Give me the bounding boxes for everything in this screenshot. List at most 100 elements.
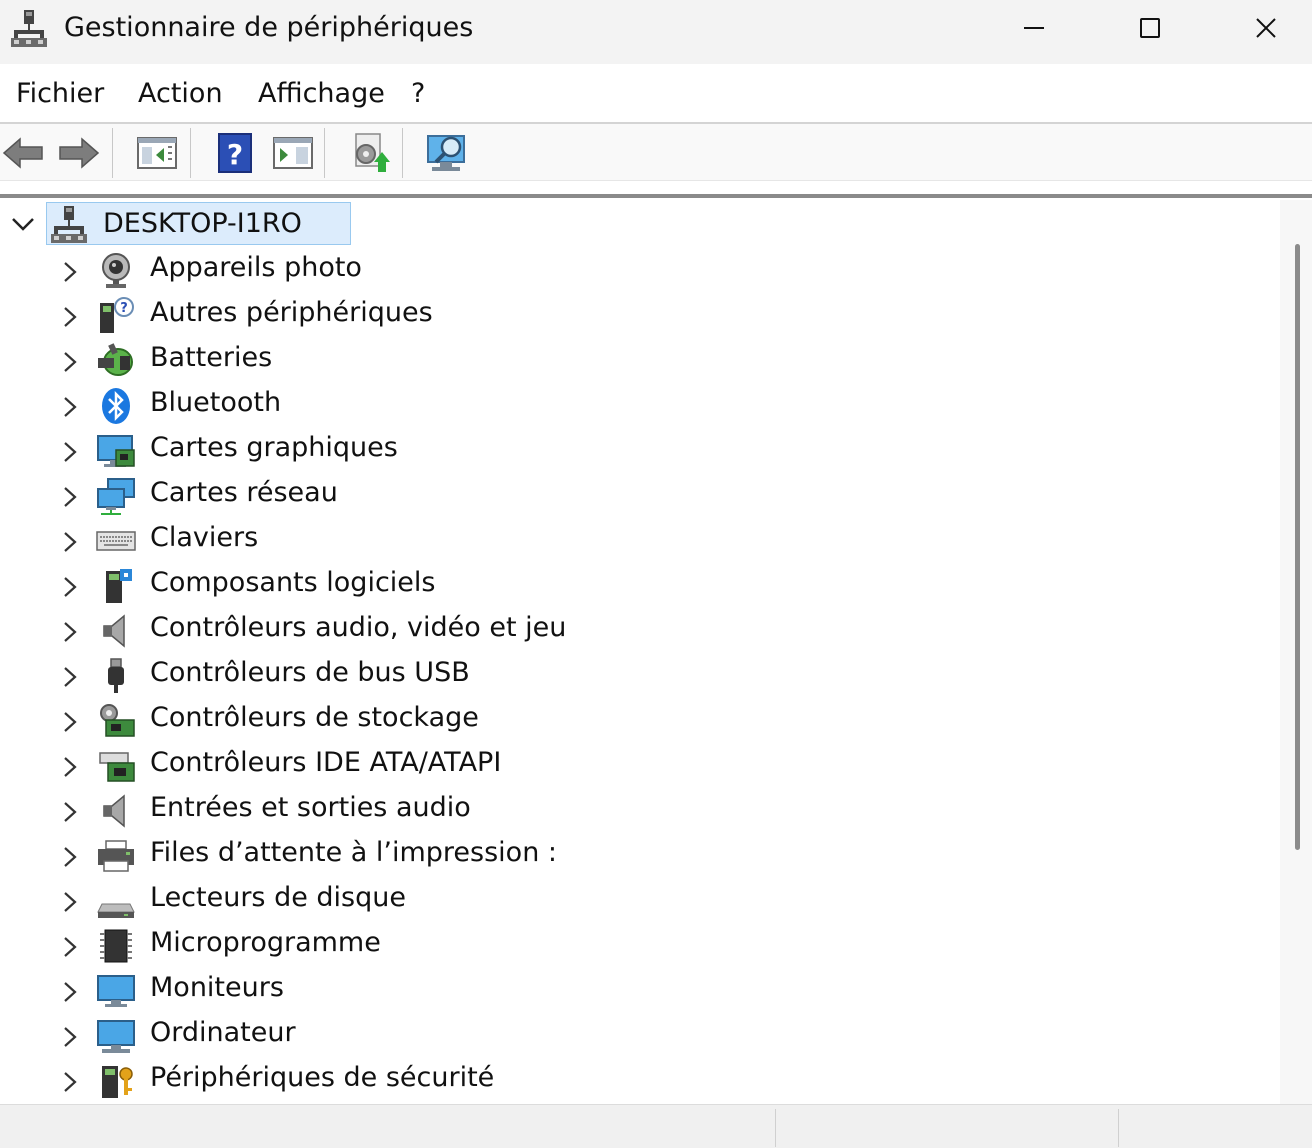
monitor-icon — [97, 975, 135, 1007]
computer-network-icon — [51, 206, 87, 243]
chevron-right-icon[interactable] — [62, 351, 78, 373]
status-separator — [1118, 1109, 1119, 1147]
toolbar: ? — [0, 124, 1312, 181]
chevron-right-icon[interactable] — [62, 396, 78, 418]
software-component-icon — [106, 569, 132, 603]
chevron-right-icon[interactable] — [62, 936, 78, 958]
tree-node-ide-controllers[interactable]: Contrôleurs IDE ATA/ATAPI — [0, 743, 1000, 788]
minimize-icon — [1024, 27, 1044, 29]
tree-node-label: Appareils photo — [150, 252, 362, 283]
chevron-right-icon[interactable] — [62, 306, 78, 328]
action-pane-button[interactable] — [270, 130, 316, 176]
window-title: Gestionnaire de périphériques — [64, 12, 474, 43]
toolbar-separator — [324, 128, 325, 178]
menu-help[interactable]: ? — [411, 78, 425, 109]
chevron-right-icon[interactable] — [62, 486, 78, 508]
chevron-right-icon[interactable] — [62, 666, 78, 688]
tree-node-print-queues[interactable]: Files d’attente à l’impression : — [0, 833, 1000, 878]
help-button[interactable]: ? — [212, 130, 258, 176]
network-adapter-icon — [97, 478, 135, 515]
tree-node-label: Lecteurs de disque — [150, 882, 406, 913]
toolbar-separator — [402, 128, 403, 178]
close-icon — [1256, 18, 1276, 38]
chevron-right-icon[interactable] — [62, 621, 78, 643]
tree-node-label: Contrôleurs de bus USB — [150, 657, 470, 688]
tree-node-label: Cartes graphiques — [150, 432, 398, 463]
show-hide-console-tree-icon — [137, 137, 177, 169]
tree-node-software-components[interactable]: Composants logiciels — [0, 563, 1000, 608]
speaker-icon — [103, 614, 125, 648]
chevron-right-icon[interactable] — [62, 441, 78, 463]
usb-icon — [108, 658, 124, 693]
scan-hardware-button[interactable] — [424, 130, 470, 176]
svg-text:?: ? — [227, 138, 243, 171]
tree-root-computer[interactable]: DESKTOP-I1RO — [46, 202, 351, 245]
title-bar: Gestionnaire de périphériques — [0, 0, 1312, 64]
forward-button[interactable] — [56, 130, 102, 176]
update-driver-button[interactable] — [346, 130, 392, 176]
tree-node-sound-video-game[interactable]: Contrôleurs audio, vidéo et jeu — [0, 608, 1000, 653]
maximize-button[interactable] — [1092, 0, 1208, 56]
tree-node-firmware[interactable]: Microprogramme — [0, 923, 1000, 968]
back-arrow-icon — [2, 137, 43, 169]
tree-node-storage-controllers[interactable]: Contrôleurs de stockage — [0, 698, 1000, 743]
tree-node-label: Contrôleurs IDE ATA/ATAPI — [150, 747, 502, 778]
tree-node-batteries[interactable]: Batteries — [0, 338, 1000, 383]
tree-node-usb-controllers[interactable]: Contrôleurs de bus USB — [0, 653, 1000, 698]
tree-node-security-devices[interactable]: Périphériques de sécurité — [0, 1058, 1000, 1103]
tree-node-label: Entrées et sorties audio — [150, 792, 471, 823]
printer-icon — [98, 840, 134, 872]
tree-node-display-adapters[interactable]: Cartes graphiques — [0, 428, 1000, 473]
update-driver-icon — [355, 133, 390, 172]
tree-node-label: Périphériques de sécurité — [150, 1062, 495, 1093]
tree-node-monitors[interactable]: Moniteurs — [0, 968, 1000, 1013]
display-adapter-icon — [97, 435, 135, 467]
chevron-right-icon[interactable] — [62, 576, 78, 598]
status-separator — [775, 1109, 776, 1147]
chevron-right-icon[interactable] — [62, 711, 78, 733]
chevron-right-icon[interactable] — [62, 981, 78, 1003]
chevron-right-icon[interactable] — [62, 801, 78, 823]
firmware-chip-icon — [100, 929, 132, 963]
menu-affichage[interactable]: Affichage — [258, 78, 385, 109]
tree-node-label: Moniteurs — [150, 972, 284, 1003]
tree-node-label: Cartes réseau — [150, 477, 338, 508]
audio-io-icon — [103, 794, 125, 828]
tree-node-computer[interactable]: Ordinateur — [0, 1013, 1000, 1058]
tree-node-bluetooth[interactable]: Bluetooth — [0, 383, 1000, 428]
chevron-right-icon[interactable] — [62, 1026, 78, 1048]
chevron-right-icon[interactable] — [62, 531, 78, 553]
tree-node-network-adapters[interactable]: Cartes réseau — [0, 473, 1000, 518]
scan-hardware-changes-icon — [427, 135, 465, 171]
scrollbar-thumb[interactable] — [1295, 244, 1300, 850]
computer-icon — [97, 1020, 135, 1053]
tree-node-audio-inputs-outputs[interactable]: Entrées et sorties audio — [0, 788, 1000, 833]
status-bar — [0, 1104, 1312, 1148]
chevron-right-icon[interactable] — [62, 846, 78, 868]
svg-text:?: ? — [120, 301, 128, 316]
vertical-scrollbar[interactable] — [1280, 200, 1312, 1104]
menu-bar: Fichier Action Affichage ? — [0, 66, 1312, 124]
tree-node-label: Composants logiciels — [150, 567, 436, 598]
minimize-button[interactable] — [976, 0, 1092, 56]
tree-root-label: DESKTOP-I1RO — [103, 208, 302, 239]
forward-arrow-icon — [59, 137, 100, 169]
chevron-right-icon[interactable] — [62, 261, 78, 283]
tree-node-other-devices[interactable]: ? Autres périphériques — [0, 293, 1000, 338]
chevron-right-icon[interactable] — [62, 1071, 78, 1093]
tree-node-label: Ordinateur — [150, 1017, 296, 1048]
tree-node-cameras[interactable]: Appareils photo — [0, 248, 1000, 293]
close-button[interactable] — [1208, 0, 1312, 56]
ide-controller-icon — [99, 752, 135, 782]
security-key-icon — [102, 1066, 133, 1098]
console-tree-button[interactable] — [134, 130, 180, 176]
menu-fichier[interactable]: Fichier — [16, 78, 104, 109]
tree-node-disk-drives[interactable]: Lecteurs de disque — [0, 878, 1000, 923]
toolbar-separator — [112, 128, 113, 178]
menu-action[interactable]: Action — [138, 78, 223, 109]
chevron-right-icon[interactable] — [62, 756, 78, 778]
chevron-right-icon[interactable] — [62, 891, 78, 913]
back-button[interactable] — [0, 130, 46, 176]
tree-node-keyboards[interactable]: Claviers — [0, 518, 1000, 563]
chevron-down-icon[interactable] — [10, 216, 36, 232]
